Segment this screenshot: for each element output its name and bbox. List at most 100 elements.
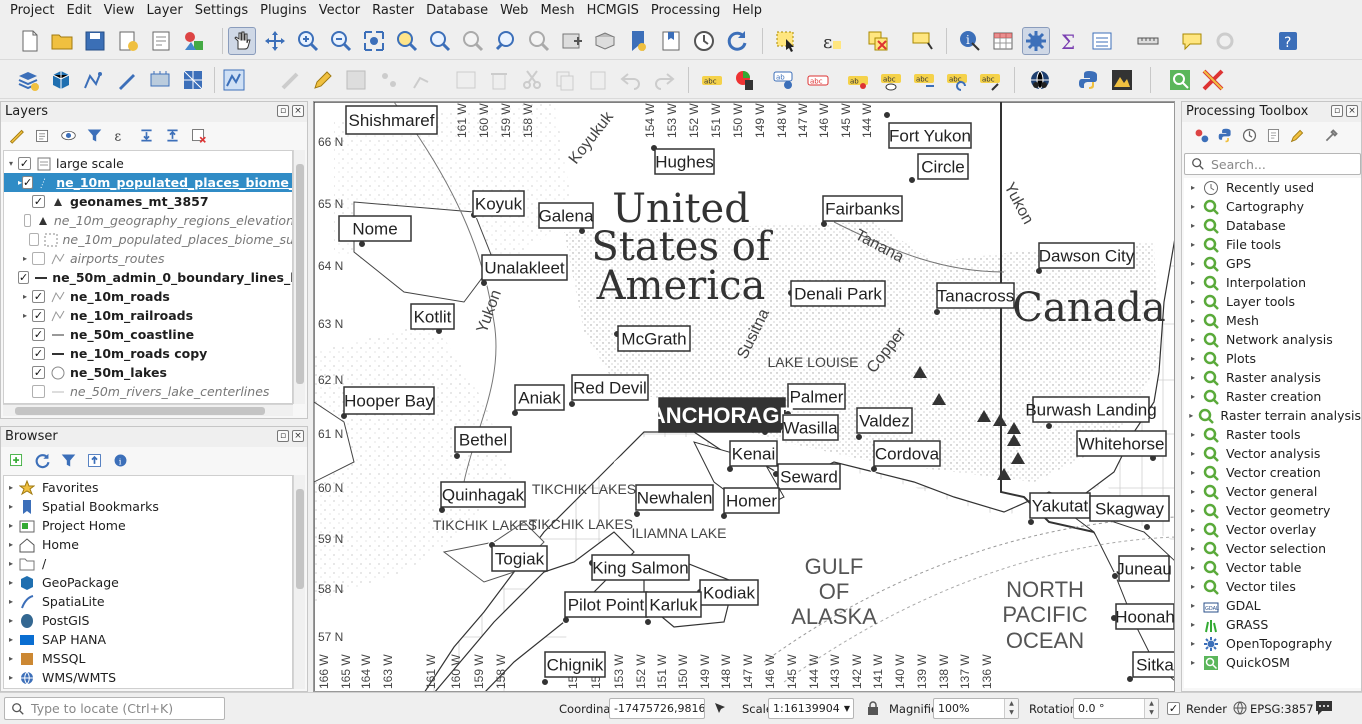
globe-plugin-icon[interactable] bbox=[1026, 66, 1054, 94]
menu-processing[interactable]: Processing bbox=[645, 0, 726, 22]
processing-group-item[interactable]: ▸ Raster creation bbox=[1184, 387, 1361, 406]
expand-arrow-icon[interactable]: ▸ bbox=[18, 311, 32, 320]
deselect-features-icon[interactable] bbox=[864, 27, 892, 55]
expand-arrow-icon[interactable]: ▸ bbox=[4, 673, 18, 682]
browser-item[interactable]: ▸ PostGIS bbox=[4, 611, 292, 630]
zoom-native-icon[interactable] bbox=[459, 27, 487, 55]
expand-arrow-icon[interactable]: ▸ bbox=[1184, 240, 1202, 249]
magnifier-spinbox[interactable]: 100% ▲ ▼ bbox=[933, 698, 1019, 719]
rotation-spinbox[interactable]: 0.0 ° ▲ ▼ bbox=[1073, 698, 1159, 719]
toggle-editing-icon[interactable] bbox=[309, 66, 337, 94]
new-virtual-layer-icon[interactable] bbox=[146, 66, 174, 94]
expand-arrow-icon[interactable]: ▸ bbox=[1184, 392, 1202, 401]
expand-arrow-icon[interactable]: ▸ bbox=[1184, 468, 1202, 477]
new-mesh-layer-icon[interactable] bbox=[179, 66, 207, 94]
hcmgis-plugin-icon[interactable] bbox=[1199, 66, 1227, 94]
menu-plugins[interactable]: Plugins bbox=[254, 0, 313, 22]
expand-arrow-icon[interactable]: ▸ bbox=[4, 616, 18, 625]
redo-icon[interactable] bbox=[650, 66, 678, 94]
menu-database[interactable]: Database bbox=[420, 0, 494, 22]
expand-all-icon[interactable] bbox=[135, 124, 157, 146]
expand-arrow-icon[interactable]: ▸ bbox=[1184, 316, 1202, 325]
layer-visibility-checkbox[interactable]: ✓ bbox=[18, 157, 31, 170]
attribute-table-icon[interactable] bbox=[989, 27, 1017, 55]
layer-visibility-checkbox[interactable] bbox=[32, 252, 45, 265]
python-console-icon[interactable] bbox=[1075, 66, 1103, 94]
coordinate-field[interactable]: -17475726,9816956 bbox=[609, 698, 705, 719]
add-selected-layers-icon[interactable] bbox=[5, 449, 27, 471]
processing-group-item[interactable]: ▸ Database bbox=[1184, 216, 1361, 235]
layer-item[interactable]: ne_10m_geography_regions_elevation bbox=[4, 211, 292, 230]
processing-group-item[interactable]: ▸ Mesh bbox=[1184, 311, 1361, 330]
refresh-icon[interactable] bbox=[723, 27, 751, 55]
models-icon[interactable] bbox=[1190, 124, 1212, 146]
open-field-calculator-icon[interactable] bbox=[1088, 27, 1116, 55]
layer-visibility-checkbox[interactable]: ✓ bbox=[32, 366, 45, 379]
layer-item[interactable]: ▸ ✓ ne_10m_railroads bbox=[4, 306, 292, 325]
float-panel-icon[interactable]: ▫ bbox=[1331, 105, 1343, 117]
expand-arrow-icon[interactable]: ▸ bbox=[1184, 658, 1202, 667]
expand-arrow-icon[interactable]: ▸ bbox=[1184, 449, 1202, 458]
lock-scale-icon[interactable] bbox=[866, 700, 880, 719]
data-source-manager-icon[interactable] bbox=[14, 66, 42, 94]
layer-visibility-checkbox[interactable]: ✓ bbox=[32, 290, 45, 303]
temporal-controller-icon[interactable] bbox=[690, 27, 718, 55]
processing-group-item[interactable]: ▸ Recently used bbox=[1184, 178, 1361, 197]
processing-group-item[interactable]: ▸ Vector creation bbox=[1184, 463, 1361, 482]
modify-attributes-icon[interactable] bbox=[452, 66, 480, 94]
cut-features-icon[interactable] bbox=[518, 66, 546, 94]
browser-item[interactable]: ▸ SAP HANA bbox=[4, 630, 292, 649]
new-print-layout-icon[interactable] bbox=[114, 27, 142, 55]
crs-globe-icon[interactable] bbox=[1233, 701, 1247, 718]
map-tips-icon[interactable] bbox=[1178, 27, 1206, 55]
delete-selected-icon[interactable] bbox=[485, 66, 513, 94]
expand-arrow-icon[interactable]: ▸ bbox=[1184, 411, 1198, 420]
layer-item[interactable]: ▾ ✓ large scale bbox=[4, 154, 292, 173]
processing-group-item[interactable]: ▸ Cartography bbox=[1184, 197, 1361, 216]
scripts-icon[interactable] bbox=[1214, 124, 1236, 146]
menu-web[interactable]: Web bbox=[494, 0, 534, 22]
remove-layer-icon[interactable] bbox=[187, 124, 209, 146]
processing-group-item[interactable]: ▸ Plots bbox=[1184, 349, 1361, 368]
vertex-tool-icon[interactable] bbox=[408, 66, 436, 94]
zoom-full-icon[interactable] bbox=[360, 27, 388, 55]
move-label-icon[interactable]: abc bbox=[910, 66, 938, 94]
expand-arrow-icon[interactable]: ▸ bbox=[18, 254, 32, 263]
browser-item[interactable]: ▸ SpatiaLite bbox=[4, 592, 292, 611]
layer-visibility-checkbox[interactable]: ✓ bbox=[32, 195, 45, 208]
zoom-to-layer-icon[interactable] bbox=[426, 27, 454, 55]
statistical-summary-icon[interactable]: Σ bbox=[1055, 27, 1083, 55]
render-checkbox[interactable]: ✓ bbox=[1167, 702, 1180, 715]
processing-group-item[interactable]: ▸ Layer tools bbox=[1184, 292, 1361, 311]
add-annotation-icon[interactable] bbox=[908, 27, 936, 55]
layer-item[interactable]: ✓ ne_50m_admin_0_boundary_lines_la bbox=[4, 268, 292, 287]
expand-arrow-icon[interactable]: ▸ bbox=[1184, 487, 1202, 496]
menu-edit[interactable]: Edit bbox=[60, 0, 97, 22]
processing-group-item[interactable]: ▸ Interpolation bbox=[1184, 273, 1361, 292]
menu-vector[interactable]: Vector bbox=[313, 0, 366, 22]
current-edits-icon[interactable] bbox=[277, 66, 305, 94]
expand-arrow-icon[interactable]: ▸ bbox=[1184, 202, 1202, 211]
expand-arrow-icon[interactable]: ▸ bbox=[1184, 183, 1202, 192]
processing-group-item[interactable]: ▸ GPS bbox=[1184, 254, 1361, 273]
browser-item[interactable]: ▸ MSSQL bbox=[4, 649, 292, 668]
filter-by-expression-icon[interactable]: ε bbox=[109, 124, 131, 146]
float-panel-icon[interactable]: ▫ bbox=[277, 105, 289, 117]
expand-arrow-icon[interactable]: ▸ bbox=[1184, 582, 1202, 591]
layer-item[interactable]: ▸ ✓ ne_10m_roads bbox=[4, 287, 292, 306]
scale-combobox[interactable]: 1:16139904 ▼ bbox=[768, 698, 854, 719]
processing-group-item[interactable]: ▸ Vector geometry bbox=[1184, 501, 1361, 520]
select-features-icon[interactable] bbox=[772, 27, 800, 55]
layout-manager-icon[interactable] bbox=[147, 27, 175, 55]
browser-item[interactable]: ▸ GeoPackage bbox=[4, 573, 292, 592]
expand-arrow-icon[interactable]: ▸ bbox=[1184, 297, 1202, 306]
expand-arrow-icon[interactable]: ▸ bbox=[1184, 563, 1202, 572]
digitize-with-segment-icon[interactable] bbox=[220, 66, 248, 94]
help-icon[interactable]: ? bbox=[1274, 27, 1302, 55]
select-by-expression-icon[interactable]: ε bbox=[818, 27, 846, 55]
layer-visibility-checkbox[interactable]: ✓ bbox=[32, 328, 45, 341]
expand-arrow-icon[interactable]: ▾ bbox=[4, 159, 18, 168]
filter-legend-icon[interactable] bbox=[83, 124, 105, 146]
processing-toolbox-icon[interactable] bbox=[1022, 27, 1050, 55]
highlight-pinned-labels-icon[interactable]: ab bbox=[770, 66, 798, 94]
